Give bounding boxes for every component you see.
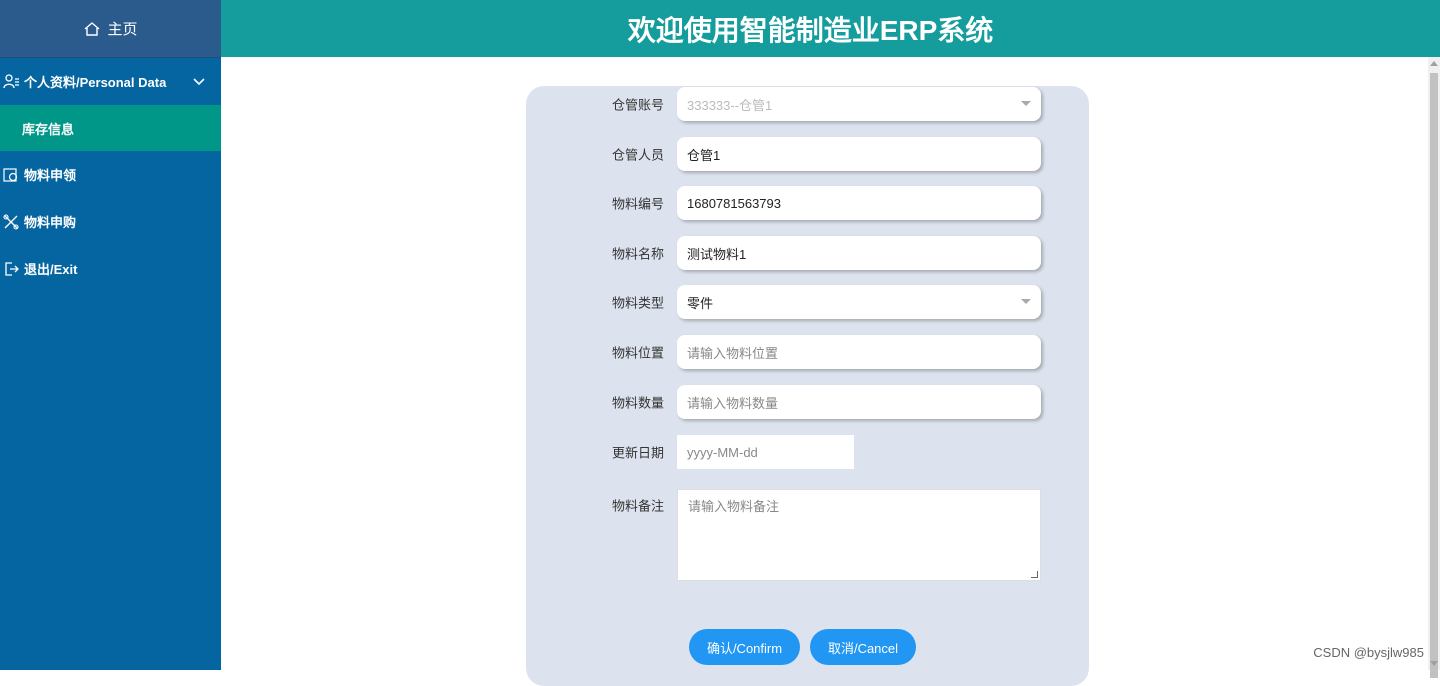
- material-remark-textarea[interactable]: 请输入物料备注: [677, 489, 1041, 581]
- cancel-button[interactable]: 取消/Cancel: [810, 629, 916, 665]
- home-label: 主页: [107, 21, 138, 38]
- update-date-label: 更新日期: [611, 445, 664, 461]
- material-type-value: 零件: [687, 295, 714, 311]
- confirm-button[interactable]: 确认/Confirm: [689, 629, 800, 665]
- material-code-input[interactable]: 1680781563793: [677, 186, 1041, 220]
- caret-down-icon: [1021, 299, 1031, 304]
- material-code-value: 1680781563793: [687, 195, 781, 211]
- keeper-account-value: 333333--仓管1: [687, 97, 773, 113]
- material-location-placeholder: 请输入物料位置: [687, 345, 779, 361]
- form-row-keeper-account: 仓管账号 333333--仓管1: [526, 86, 1089, 122]
- sidebar-item-personal-data[interactable]: 个人资料/Personal Data: [0, 58, 221, 105]
- material-quantity-label: 物料数量: [611, 395, 664, 411]
- home-icon: [85, 21, 100, 36]
- material-type-label: 物料类型: [611, 295, 664, 311]
- keeper-name-value: 仓管1: [687, 147, 721, 163]
- material-quantity-placeholder: 请输入物料数量: [687, 395, 779, 411]
- material-type-select[interactable]: 零件: [677, 285, 1041, 319]
- tools-icon: [3, 213, 19, 230]
- material-quantity-input[interactable]: 请输入物料数量: [677, 385, 1041, 419]
- sidebar-item-exit[interactable]: 退出/Exit: [0, 245, 221, 292]
- form-row-material-type: 物料类型 零件: [526, 284, 1089, 320]
- sidebar: 主页 个人资料/Personal Data 库存信息 物料申领 物料申购 退出/…: [0, 0, 221, 670]
- update-date-input[interactable]: yyyy-MM-dd: [677, 435, 854, 469]
- form-row-material-name: 物料名称 测试物料1: [526, 235, 1089, 271]
- sidebar-item-label: 库存信息: [22, 121, 75, 137]
- sidebar-home-link[interactable]: 主页: [0, 0, 221, 58]
- exit-icon: [5, 261, 19, 276]
- form-row-keeper-name: 仓管人员 仓管1: [526, 136, 1089, 172]
- user-settings-icon: [3, 73, 19, 88]
- keeper-name-input[interactable]: 仓管1: [677, 137, 1041, 171]
- keeper-name-label: 仓管人员: [611, 147, 664, 163]
- material-name-label: 物料名称: [611, 246, 664, 262]
- sidebar-item-label: 物料申购: [24, 215, 77, 230]
- form-row-material-code: 物料编号 1680781563793: [526, 185, 1089, 221]
- form-row-material-location: 物料位置 请输入物料位置: [526, 334, 1089, 370]
- watermark: CSDN @bysjlw985: [1313, 645, 1424, 660]
- resize-handle-icon[interactable]: [1031, 571, 1038, 578]
- sidebar-item-inventory[interactable]: 库存信息: [0, 105, 221, 151]
- material-location-input[interactable]: 请输入物料位置: [677, 335, 1041, 369]
- confirm-button-label: 确认/Confirm: [706, 640, 783, 656]
- page-header: 欢迎使用智能制造业ERP系统: [221, 0, 1440, 57]
- form-row-material-quantity: 物料数量 请输入物料数量: [526, 384, 1089, 420]
- update-date-placeholder: yyyy-MM-dd: [687, 444, 758, 460]
- page-title: 欢迎使用智能制造业ERP系统: [627, 14, 994, 46]
- scroll-down-arrow-icon[interactable]: [1430, 661, 1438, 666]
- material-location-label: 物料位置: [611, 345, 664, 361]
- keeper-account-select[interactable]: 333333--仓管1: [677, 87, 1041, 121]
- cancel-button-label: 取消/Cancel: [827, 640, 899, 656]
- vertical-scrollbar[interactable]: [1428, 57, 1440, 678]
- sidebar-item-material-request[interactable]: 物料申领: [0, 151, 221, 198]
- scroll-up-arrow-icon[interactable]: [1430, 61, 1438, 66]
- sidebar-item-material-purchase[interactable]: 物料申购: [0, 198, 221, 245]
- gear-box-icon: [3, 167, 18, 182]
- chevron-down-icon[interactable]: [193, 75, 205, 89]
- material-remark-placeholder: 请输入物料备注: [688, 499, 780, 514]
- caret-down-icon: [1021, 101, 1031, 106]
- inventory-form-panel: 仓管账号 333333--仓管1 仓管人员 仓管1 物料编号 168078156…: [526, 86, 1089, 686]
- sidebar-item-label: 退出/Exit: [24, 262, 78, 277]
- material-name-input[interactable]: 测试物料1: [677, 236, 1041, 270]
- sidebar-item-label: 物料申领: [24, 168, 77, 183]
- sidebar-item-label: 个人资料/Personal Data: [24, 75, 167, 90]
- scrollbar-thumb[interactable]: [1430, 73, 1438, 678]
- material-name-value: 测试物料1: [687, 246, 747, 262]
- keeper-account-label: 仓管账号: [611, 97, 664, 113]
- material-code-label: 物料编号: [611, 196, 664, 212]
- form-row-update-date: 更新日期 yyyy-MM-dd: [526, 434, 1089, 470]
- material-remark-label: 物料备注: [611, 498, 664, 514]
